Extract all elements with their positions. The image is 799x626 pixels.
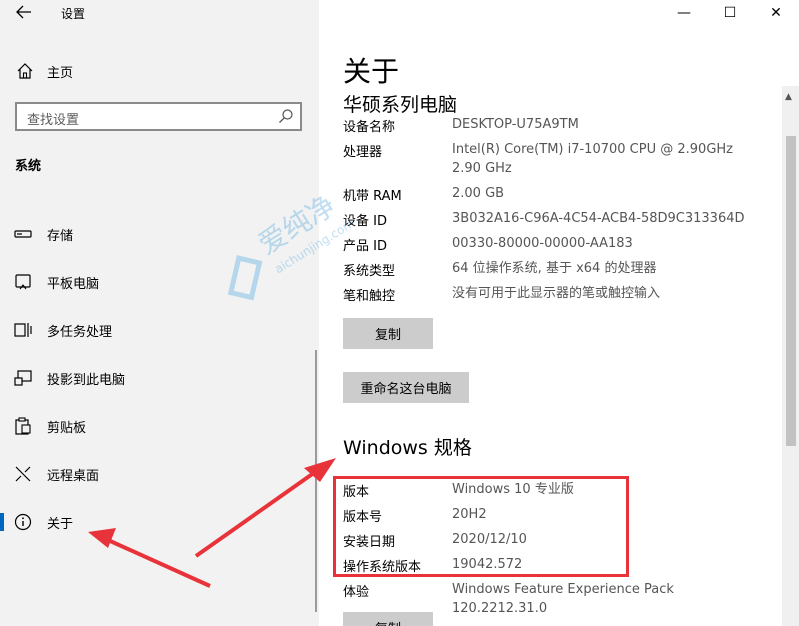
- info-icon: [14, 513, 32, 531]
- spec-value: 00330-80000-00000-AA183: [452, 236, 633, 251]
- scrollbar-thumb[interactable]: [786, 136, 796, 446]
- search-placeholder: 查找设置: [27, 113, 80, 128]
- maximize-icon: ☐: [723, 5, 737, 21]
- main-scrollbar[interactable]: ▲: [782, 86, 799, 626]
- spec-value: 64 位操作系统, 基于 x64 的处理器: [452, 261, 657, 276]
- search-input[interactable]: 查找设置: [15, 102, 302, 131]
- device-name-heading: 华硕系列电脑: [343, 94, 458, 116]
- sidebar-scrollbar[interactable]: [315, 350, 317, 612]
- rename-pc-button[interactable]: 重命名这台电脑: [343, 372, 469, 403]
- close-button[interactable]: ✕: [753, 0, 799, 28]
- minimize-icon: —: [677, 5, 691, 21]
- spec-value: DESKTOP-U75A9TM: [452, 117, 579, 132]
- minimize-button[interactable]: —: [661, 0, 707, 28]
- spec-value: 3B032A16-C96A-4C54-ACB4-58D9C313364D: [452, 211, 745, 226]
- remote-desktop-icon: [15, 466, 31, 482]
- spec-label: 产品 ID: [343, 239, 387, 254]
- app-title: 设置: [61, 7, 86, 21]
- home-icon: [17, 63, 33, 79]
- search-icon: [279, 109, 293, 123]
- spec-label: 体验: [343, 585, 370, 600]
- sidebar-item-tablet[interactable]: 平板电脑: [0, 262, 319, 302]
- section-heading: 系统: [15, 159, 42, 174]
- main-panel: — ☐ ✕ 关于 华硕系列电脑 设备名称 DESKTOP-U75A9TM 处理器…: [319, 0, 799, 626]
- spec-value: 没有可用于此显示器的笔或触控输入: [452, 286, 661, 301]
- annotation-highlight-box: [333, 476, 629, 577]
- page-title: 关于: [343, 55, 400, 88]
- copy-button[interactable]: 复制: [343, 318, 433, 349]
- spec-label: 系统类型: [343, 264, 396, 279]
- sidebar-item-about[interactable]: 关于: [0, 502, 319, 542]
- sidebar-item-label: 剪贴板: [47, 420, 87, 436]
- sidebar-item-remote-desktop[interactable]: 远程桌面: [0, 454, 319, 494]
- sidebar-item-multitasking[interactable]: 多任务处理: [0, 310, 319, 350]
- spec-value: Intel(R) Core(TM) i7-10700 CPU @ 2.90GHz…: [452, 142, 733, 176]
- sidebar-item-home[interactable]: 主页: [16, 60, 73, 82]
- projecting-icon: [14, 370, 32, 386]
- sidebar-item-label: 存储: [47, 228, 74, 244]
- sidebar-item-clipboard[interactable]: 剪贴板: [0, 406, 319, 446]
- sidebar: 设置 主页 查找设置 系统 存储 平板电脑 多任务处理 投影到此电脑 剪贴板 远…: [0, 0, 319, 626]
- multitasking-icon: [14, 323, 32, 337]
- windows-spec-heading: Windows 规格: [343, 437, 472, 459]
- sidebar-item-label: 关于: [47, 516, 74, 532]
- back-button[interactable]: [10, 4, 38, 24]
- tablet-icon: [15, 274, 31, 290]
- sidebar-item-label: 远程桌面: [47, 468, 100, 484]
- spec-label: 机带 RAM: [343, 189, 402, 204]
- spec-label: 笔和触控: [343, 289, 396, 304]
- spec-value: Windows Feature Experience Pack 120.2212…: [452, 582, 674, 616]
- sidebar-item-label: 平板电脑: [47, 276, 100, 292]
- copy-button-2[interactable]: 复制: [343, 612, 433, 626]
- clipboard-icon: [15, 417, 31, 435]
- spec-value: 2.00 GB: [452, 186, 505, 201]
- scroll-up-icon[interactable]: ▲: [785, 92, 792, 102]
- maximize-button[interactable]: ☐: [707, 0, 753, 28]
- sidebar-item-label: 投影到此电脑: [47, 372, 126, 388]
- spec-label: 设备 ID: [343, 214, 387, 229]
- storage-icon: [14, 230, 32, 238]
- sidebar-item-projecting[interactable]: 投影到此电脑: [0, 358, 319, 398]
- back-arrow-icon: [16, 5, 31, 19]
- spec-label: 处理器: [343, 145, 383, 160]
- sidebar-item-storage[interactable]: 存储: [0, 214, 319, 254]
- sidebar-item-label: 主页: [47, 65, 74, 81]
- close-icon: ✕: [770, 5, 782, 21]
- spec-label: 设备名称: [343, 120, 396, 135]
- sidebar-item-label: 多任务处理: [47, 324, 113, 340]
